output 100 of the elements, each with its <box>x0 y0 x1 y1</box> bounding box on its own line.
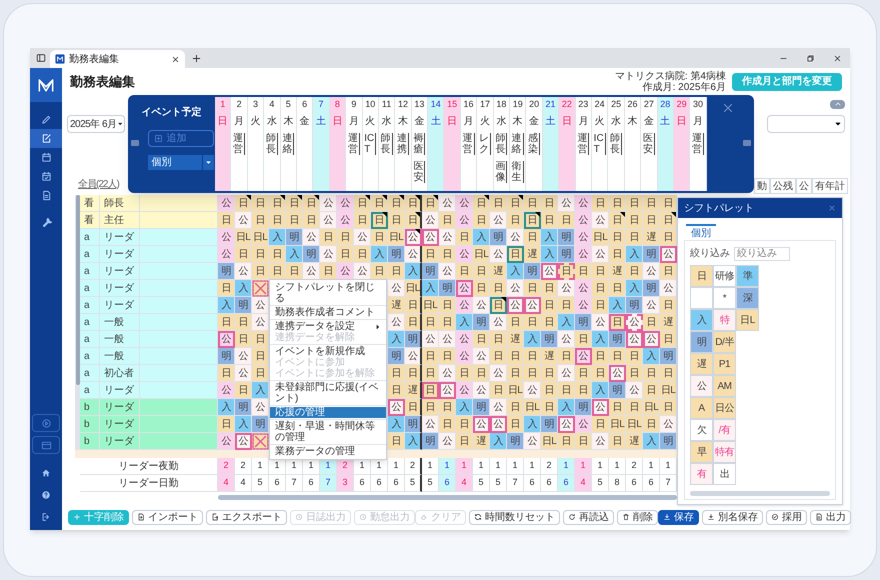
shift-cell[interactable]: 公 <box>354 229 371 246</box>
shift-cell[interactable]: 日 <box>252 348 269 365</box>
shift-cell[interactable]: 日L <box>252 229 269 246</box>
shift-cell[interactable]: 日 <box>626 195 643 212</box>
shift-cell[interactable]: 公 <box>218 331 235 348</box>
shift-cell[interactable]: 公 <box>660 246 677 263</box>
event-label[interactable]: 師長 <box>610 133 622 155</box>
shift-cell[interactable]: 遅 <box>541 348 558 365</box>
shift-cell[interactable]: 明 <box>558 246 575 263</box>
shift-cell[interactable]: 日 <box>507 314 524 331</box>
shift-cell[interactable]: 日 <box>507 348 524 365</box>
event-label[interactable]: 連携 <box>396 133 409 155</box>
event-label[interactable]: 褥瘡 <box>413 133 426 155</box>
shift-cell[interactable]: 日L <box>473 246 490 263</box>
shift-cell[interactable]: 日 <box>388 195 405 212</box>
shift-cell[interactable]: 日 <box>524 229 541 246</box>
shift-cell[interactable]: 公 <box>490 246 507 263</box>
shift-cell[interactable]: 日 <box>473 280 490 297</box>
shift-cell[interactable]: 明 <box>507 433 524 450</box>
shift-cell[interactable]: 明 <box>439 280 456 297</box>
shift-cell[interactable]: 明 <box>524 263 541 280</box>
shift-cell[interactable]: 公 <box>422 229 439 246</box>
shift-cell[interactable]: 日L <box>235 229 252 246</box>
event-label[interactable]: ICT <box>594 133 606 155</box>
shift-option[interactable]: * <box>713 287 736 309</box>
toolbar-button[interactable]: 削除 <box>617 510 658 524</box>
shift-option[interactable]: A <box>690 397 713 419</box>
shift-cell[interactable]: 日L <box>660 382 677 399</box>
close-icon[interactable] <box>833 54 842 62</box>
shift-cell[interactable]: 日 <box>490 348 507 365</box>
shift-cell[interactable]: 日 <box>456 229 473 246</box>
shift-option[interactable]: 研修 <box>713 265 736 287</box>
shift-cell[interactable]: 入 <box>626 246 643 263</box>
shift-cell[interactable]: 入 <box>456 399 473 416</box>
shift-cell[interactable]: 日 <box>473 212 490 229</box>
shift-cell[interactable]: 日 <box>592 348 609 365</box>
shift-cell[interactable]: 日 <box>422 195 439 212</box>
shift-cell[interactable]: 公 <box>218 229 235 246</box>
shift-cell[interactable]: 明 <box>422 433 439 450</box>
shift-cell[interactable]: 公 <box>575 212 592 229</box>
shift-cell[interactable]: 日 <box>490 280 507 297</box>
shift-cell[interactable]: 日 <box>303 195 320 212</box>
shift-cell[interactable]: 公 <box>473 416 490 433</box>
vertical-scrollbar[interactable] <box>75 195 80 450</box>
shift-cell[interactable]: 日 <box>626 348 643 365</box>
shift-cell[interactable]: 日 <box>286 263 303 280</box>
shift-cell[interactable]: 入 <box>235 416 252 433</box>
shift-cell[interactable]: 日 <box>507 416 524 433</box>
shift-cell[interactable]: 明 <box>218 263 235 280</box>
shift-cell[interactable]: 明 <box>558 229 575 246</box>
shift-cell[interactable]: 入 <box>286 246 303 263</box>
shift-cell[interactable]: 日 <box>575 263 592 280</box>
shift-cell[interactable]: 入 <box>490 433 507 450</box>
shift-cell[interactable]: 公 <box>218 433 235 450</box>
shift-cell[interactable]: 日 <box>388 382 405 399</box>
shift-cell[interactable]: 日 <box>490 331 507 348</box>
shift-cell[interactable]: 公 <box>439 365 456 382</box>
filter-input[interactable]: 絞り込み <box>734 246 790 260</box>
shift-cell[interactable]: 日 <box>337 229 354 246</box>
shift-cell[interactable]: 公 <box>422 331 439 348</box>
shift-cell[interactable]: 日 <box>575 433 592 450</box>
shift-cell[interactable]: 日 <box>592 195 609 212</box>
shift-cell[interactable]: 日 <box>643 212 660 229</box>
shift-cell[interactable]: 公 <box>337 195 354 212</box>
shift-cell[interactable]: 日 <box>303 212 320 229</box>
event-label[interactable]: 連絡 <box>512 133 524 155</box>
shift-cell[interactable]: 日 <box>405 399 422 416</box>
shift-cell[interactable]: 日 <box>626 365 643 382</box>
shift-cell[interactable]: 日 <box>609 212 626 229</box>
shift-cell[interactable]: 公 <box>405 246 422 263</box>
shift-cell[interactable]: 公 <box>235 365 252 382</box>
shift-cell[interactable]: 公 <box>473 348 490 365</box>
shift-cell[interactable]: 明 <box>541 331 558 348</box>
shift-cell[interactable]: 日 <box>524 314 541 331</box>
shift-cell[interactable]: 日 <box>422 399 439 416</box>
shift-cell[interactable]: 公 <box>541 263 558 280</box>
shift-option[interactable]: D/半 <box>713 331 736 353</box>
palette-tab[interactable]: 個別 <box>686 224 716 240</box>
shift-cell[interactable]: 遅 <box>626 433 643 450</box>
shift-cell[interactable]: 公 <box>592 399 609 416</box>
shift-cell[interactable]: 日 <box>575 331 592 348</box>
shift-cell[interactable]: 明 <box>609 382 626 399</box>
shift-cell[interactable]: 日 <box>371 263 388 280</box>
shift-cell[interactable]: 公 <box>473 382 490 399</box>
panel-button[interactable] <box>32 436 60 454</box>
shift-cell[interactable]: 日L <box>626 416 643 433</box>
shift-cell[interactable]: 日 <box>660 195 677 212</box>
sidebar-item[interactable] <box>30 129 62 148</box>
shift-cell[interactable]: 公 <box>643 297 660 314</box>
shift-cell[interactable]: 公 <box>575 348 592 365</box>
event-label[interactable]: 衛生 <box>512 161 524 183</box>
shift-cell[interactable]: 日 <box>524 348 541 365</box>
shift-cell[interactable]: 公 <box>235 263 252 280</box>
event-label[interactable]: 医安 <box>642 133 655 155</box>
select-field[interactable] <box>767 115 845 133</box>
shift-cell[interactable]: 日 <box>592 280 609 297</box>
shift-cell[interactable]: 日 <box>541 314 558 331</box>
shift-cell[interactable]: 公 <box>388 314 405 331</box>
restore-icon[interactable] <box>806 54 815 62</box>
shift-cell[interactable]: 公 <box>524 382 541 399</box>
